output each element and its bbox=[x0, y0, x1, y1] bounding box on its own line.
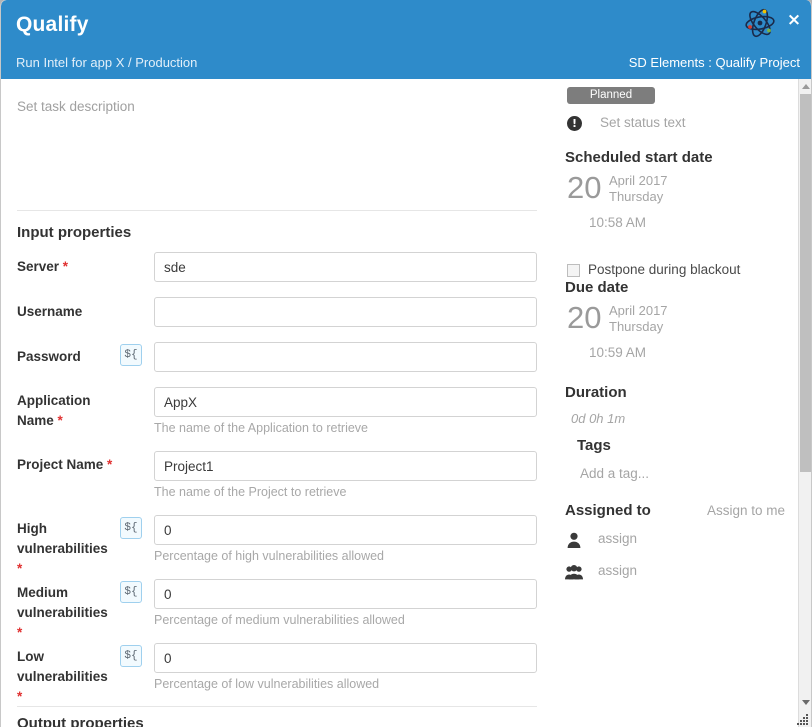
dialog-header: Qualify Run Intel for app X / Production… bbox=[1, 0, 811, 79]
status-badge[interactable]: Planned bbox=[567, 87, 655, 104]
field-row-password: Password ${ bbox=[1, 342, 557, 376]
due-date-heading: Due date bbox=[565, 279, 629, 296]
breadcrumb: Run Intel for app X / Production bbox=[16, 55, 198, 70]
field-label-application-name: Application Name * bbox=[17, 393, 91, 428]
resize-grip-icon[interactable] bbox=[796, 712, 810, 726]
scroll-up-arrow-icon[interactable] bbox=[799, 79, 811, 93]
task-form-column: Set task description Input properties Se… bbox=[1, 79, 557, 727]
variable-button-medium-vulnerabilities[interactable]: ${ bbox=[120, 581, 142, 603]
due-date-value[interactable]: 20 April 2017 Thursday 10:59 AM bbox=[557, 301, 797, 363]
medium-vulnerabilities-input[interactable] bbox=[154, 579, 537, 609]
field-label-high-vulnerabilities: High vulnerabilities * bbox=[17, 521, 108, 576]
scheduled-start-time: 10:58 AM bbox=[589, 215, 647, 230]
application-name-input[interactable] bbox=[154, 387, 537, 417]
postpone-checkbox[interactable] bbox=[567, 264, 580, 277]
field-row-project-name: Project Name * The name of the Project t… bbox=[1, 451, 557, 503]
field-hint-medium-vulnerabilities: Percentage of medium vulnerabilities all… bbox=[154, 613, 405, 627]
due-date-time: 10:59 AM bbox=[589, 345, 647, 360]
assignee-team-label[interactable]: assign bbox=[598, 563, 637, 578]
divider-above-input-properties bbox=[17, 210, 537, 211]
scroll-down-glyph bbox=[802, 700, 810, 705]
scheduled-start-month-year: April 2017 bbox=[609, 173, 668, 188]
scheduled-start-date-value[interactable]: 20 April 2017 Thursday 10:58 AM bbox=[557, 171, 797, 233]
scrollbar-thumb[interactable] bbox=[800, 94, 811, 472]
username-input[interactable] bbox=[154, 297, 537, 327]
close-icon[interactable]: × bbox=[785, 11, 803, 29]
required-marker: * bbox=[57, 413, 63, 428]
field-hint-project-name: The name of the Project to retrieve bbox=[154, 485, 347, 499]
due-date-day-of-week: Thursday bbox=[609, 319, 664, 334]
duration-heading: Duration bbox=[565, 384, 627, 401]
user-icon bbox=[565, 531, 583, 549]
variable-button-low-vulnerabilities[interactable]: ${ bbox=[120, 645, 142, 667]
required-marker: * bbox=[103, 457, 113, 472]
assign-to-me-button[interactable]: Assign to me bbox=[707, 503, 785, 518]
project-name-input[interactable] bbox=[154, 451, 537, 481]
exclamation-icon: ! bbox=[567, 116, 582, 131]
task-meta-sidebar: Planned ! Set status text Scheduled star… bbox=[557, 79, 797, 727]
scheduled-start-date-heading: Scheduled start date bbox=[565, 149, 713, 166]
qualify-task-dialog: Qualify Run Intel for app X / Production… bbox=[0, 0, 812, 727]
divider-above-output-properties bbox=[17, 706, 537, 707]
field-row-high-vulnerabilities: High vulnerabilities * ${ Percentage of … bbox=[1, 515, 557, 576]
atom-icon bbox=[743, 6, 777, 40]
postpone-label: Postpone during blackout bbox=[588, 262, 741, 277]
assigned-to-heading: Assigned to bbox=[565, 502, 651, 519]
variable-button-high-vulnerabilities[interactable]: ${ bbox=[120, 517, 142, 539]
scroll-down-arrow-icon[interactable] bbox=[799, 695, 811, 709]
due-date-month-year: April 2017 bbox=[609, 303, 668, 318]
page-title: Qualify bbox=[16, 13, 89, 36]
scheduled-start-day-of-week: Thursday bbox=[609, 189, 664, 204]
field-label-password: Password bbox=[17, 349, 81, 364]
dialog-body: Set task description Input properties Se… bbox=[1, 79, 811, 727]
field-row-medium-vulnerabilities: Medium vulnerabilities * ${ Percentage o… bbox=[1, 579, 557, 640]
due-date-day: 20 bbox=[567, 300, 602, 335]
field-label-username: Username bbox=[17, 304, 83, 319]
required-marker: * bbox=[17, 689, 23, 704]
required-marker: * bbox=[59, 259, 69, 274]
field-hint-low-vulnerabilities: Percentage of low vulnerabilities allowe… bbox=[154, 677, 380, 691]
app-root: Qualify Run Intel for app X / Production… bbox=[0, 0, 812, 727]
add-tag-input[interactable]: Add a tag... bbox=[580, 466, 649, 481]
duration-value: 0d 0h 1m bbox=[571, 411, 626, 426]
scheduled-start-day: 20 bbox=[567, 170, 602, 205]
field-row-server: Server * bbox=[1, 252, 557, 286]
status-text-input[interactable]: Set status text bbox=[600, 115, 686, 130]
tags-heading: Tags bbox=[577, 437, 611, 454]
required-marker: * bbox=[17, 561, 23, 576]
field-label-server: Server * bbox=[17, 259, 69, 274]
field-row-low-vulnerabilities: Low vulnerabilities * ${ Percentage of l… bbox=[1, 643, 557, 704]
users-group-icon bbox=[565, 563, 583, 581]
field-label-project-name: Project Name * bbox=[17, 457, 113, 472]
field-label-low-vulnerabilities: Low vulnerabilities * bbox=[17, 649, 108, 704]
low-vulnerabilities-input[interactable] bbox=[154, 643, 537, 673]
required-marker: * bbox=[17, 625, 23, 640]
vertical-scrollbar[interactable] bbox=[798, 79, 811, 727]
header-project-label: SD Elements : Qualify Project bbox=[628, 55, 800, 70]
variable-button-password[interactable]: ${ bbox=[120, 344, 142, 366]
field-hint-application-name: The name of the Application to retrieve bbox=[154, 421, 369, 435]
field-hint-high-vulnerabilities: Percentage of high vulnerabilities allow… bbox=[154, 549, 385, 563]
server-input[interactable] bbox=[154, 252, 537, 282]
field-label-medium-vulnerabilities: Medium vulnerabilities * bbox=[17, 585, 108, 640]
output-properties-heading: Output properties bbox=[17, 715, 144, 727]
high-vulnerabilities-input[interactable] bbox=[154, 515, 537, 545]
task-description-input[interactable]: Set task description bbox=[17, 99, 135, 114]
password-input[interactable] bbox=[154, 342, 537, 372]
input-properties-heading: Input properties bbox=[17, 224, 132, 241]
scroll-up-glyph bbox=[802, 84, 810, 89]
field-row-username: Username bbox=[1, 297, 557, 331]
field-row-application-name: Application Name * The name of the Appli… bbox=[1, 387, 557, 439]
assignee-user-label[interactable]: assign bbox=[598, 531, 637, 546]
